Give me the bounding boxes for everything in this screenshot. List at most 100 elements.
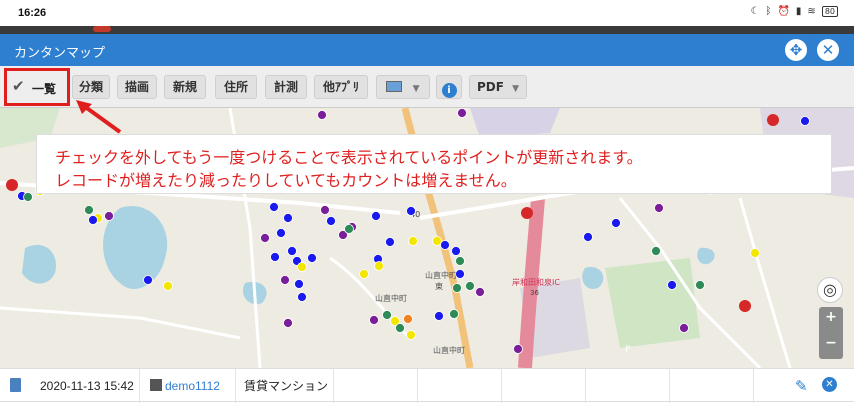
document-icon[interactable] [10,378,21,392]
map-point-marker[interactable] [457,108,467,118]
layer-image-icon [386,81,403,92]
hospital-icon [521,207,533,219]
map-point-marker[interactable] [449,309,459,319]
park-area [605,258,700,348]
map-point-marker[interactable] [513,344,523,354]
record-user-name: demo1112 [165,379,220,393]
map-label: 岸和田和泉IC [512,277,560,287]
zoom-in-button[interactable]: + [819,309,843,325]
map-point-marker[interactable] [143,275,153,285]
map-point-marker[interactable] [307,253,317,263]
other-apps-button[interactable]: 他ｱﾌﾟﾘ [314,75,368,99]
map-point-marker[interactable] [651,246,661,256]
record-user[interactable]: demo1112 [140,369,236,403]
map-point-marker[interactable] [276,228,286,238]
map-point-marker[interactable] [455,256,465,266]
map-point-marker[interactable] [451,246,461,256]
map-point-marker[interactable] [432,236,442,246]
map-point-marker[interactable] [406,206,416,216]
draw-button[interactable]: 描画 [117,75,157,99]
map-point-marker[interactable] [84,205,94,215]
chevron-down-icon: ▼ [512,84,520,94]
map-point-marker[interactable] [297,292,307,302]
edit-icon[interactable]: ✎ [795,377,808,395]
map-point-marker[interactable] [260,233,270,243]
map-point-marker[interactable] [408,236,418,246]
map-point-marker[interactable] [297,262,307,272]
notification-dot [93,26,111,32]
bluetooth-icon: ᛒ [765,6,772,17]
road [0,306,241,340]
map-point-marker[interactable] [385,237,395,247]
map-point-marker[interactable] [406,330,416,340]
map-point-marker[interactable] [104,211,114,221]
map-point-marker[interactable] [679,323,689,333]
map-point-marker[interactable] [654,203,664,213]
record-empty-cell [670,369,754,403]
annotation-arrow [76,100,122,134]
dialog-header: カンタンマップ ✥ ✕ [0,34,854,66]
category-button[interactable]: 分類 [72,75,110,99]
map-point-marker[interactable] [23,192,33,202]
alarm-icon: ⏰ [777,6,790,17]
map-point-marker[interactable] [583,232,593,242]
map-point-marker[interactable] [695,280,705,290]
map-point-marker[interactable] [270,252,280,262]
user-icon [150,379,162,391]
record-empty-cell [334,369,418,403]
background-app-strip [0,26,854,34]
map-point-marker[interactable] [320,205,330,215]
info-button[interactable]: i [436,75,462,99]
map-point-marker[interactable] [452,283,462,293]
close-icon[interactable]: ✕ [817,39,839,61]
callout-line-2: レコードが増えたり減ったりしていてもカウントは増えません。 [55,171,517,190]
map-point-marker[interactable] [800,116,810,126]
route-label: 36 [530,289,539,297]
map-point-marker[interactable] [294,279,304,289]
map-point-marker[interactable] [163,281,173,291]
move-icon[interactable]: ✥ [785,39,807,61]
map-point-marker[interactable] [455,269,465,279]
map-point-marker[interactable] [440,240,450,250]
map-point-marker[interactable] [403,314,413,324]
map-point-marker[interactable] [611,218,621,228]
map-point-marker[interactable] [667,280,677,290]
new-button[interactable]: 新規 [164,75,206,99]
map-point-marker[interactable] [465,281,475,291]
callout-line-1: チェックを外してもう一度つけることで表示されているポイントが更新されます。 [55,148,643,167]
map-label: 山直中町 [375,293,407,303]
table-row[interactable]: 2020-11-13 15:42 demo1112 賃貸マンション ✎ ✕ [0,368,854,403]
map-point-marker[interactable] [371,211,381,221]
info-icon: i [441,83,457,98]
map-point-marker[interactable] [280,275,290,285]
pdf-dropdown[interactable]: PDF ▼ [469,75,527,99]
map-point-marker[interactable] [369,315,379,325]
zoom-out-button[interactable]: − [819,335,843,351]
map-point-marker[interactable] [374,261,384,271]
map-point-marker[interactable] [283,213,293,223]
road [738,197,792,368]
delete-icon[interactable]: ✕ [822,377,837,392]
zoom-control: + − [819,307,843,359]
map-point-marker[interactable] [395,323,405,333]
layer-dropdown[interactable]: ▼ [376,75,430,99]
map-point-marker[interactable] [434,311,444,321]
record-datetime: 2020-11-13 15:42 [32,369,140,403]
chevron-down-icon: ▼ [412,84,420,94]
map-point-marker[interactable] [283,318,293,328]
map-point-marker[interactable] [88,215,98,225]
map-point-marker[interactable] [269,202,279,212]
map-point-marker[interactable] [750,248,760,258]
locate-icon[interactable]: ◎ [817,277,843,303]
list-toggle-checkbox[interactable]: ✔ 一覧 [4,68,70,106]
map-point-marker[interactable] [326,216,336,226]
status-bar: 16:26 ☾ ᛒ ⏰ ▮ ≋ 80 [0,0,854,26]
map-point-marker[interactable] [475,287,485,297]
address-button[interactable]: 住所 [215,75,257,99]
map-point-marker[interactable] [359,269,369,279]
map-point-marker[interactable] [287,246,297,256]
map-point-marker[interactable] [317,110,327,120]
measure-button[interactable]: 計測 [265,75,307,99]
map-point-marker[interactable] [382,310,392,320]
map-point-marker[interactable] [344,224,354,234]
